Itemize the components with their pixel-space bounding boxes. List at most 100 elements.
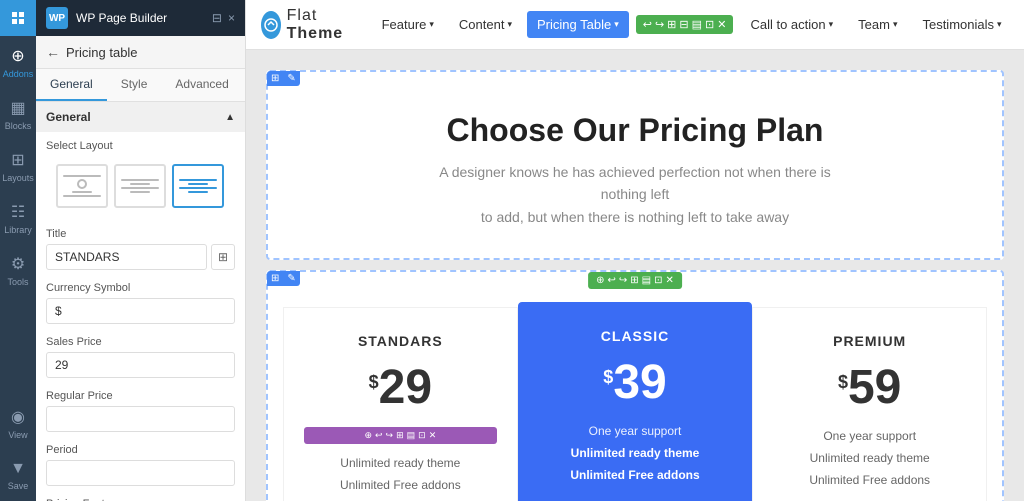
period-input[interactable]: [46, 460, 235, 486]
title-icon-btn[interactable]: ⊞: [211, 244, 235, 270]
sales-price-input[interactable]: [46, 352, 235, 378]
cards-toolbar-btn-4[interactable]: ⊞: [630, 275, 638, 286]
heading-ctrl-move[interactable]: ⊞: [267, 71, 283, 86]
nav-menu: Feature ▾ Content ▾ Pricing Table ▾ ↩ ↪ …: [372, 11, 1024, 38]
pricing-features-header: Pricing Features: [36, 490, 245, 501]
cards-toolbar-btn-3[interactable]: ↪: [619, 275, 627, 286]
back-arrow-icon: ←: [46, 44, 60, 60]
pricing-card-standars: STANDARS $ 29 ⊕ ↩ ↪ ⊞ ▤ ⊡ ✕: [283, 307, 518, 501]
pricing-cards-inner: STANDARS $ 29 ⊕ ↩ ↪ ⊞ ▤ ⊡ ✕: [283, 307, 987, 501]
cards-toolbar-btn-2[interactable]: ↩: [607, 275, 615, 286]
nav-item-content[interactable]: Content ▾: [449, 11, 522, 38]
layout-line-5: [121, 187, 159, 189]
toolbar-item-blocks[interactable]: ▦ Blocks: [0, 88, 36, 140]
card-purple-toolbar: ⊕ ↩ ↪ ⊞ ▤ ⊡ ✕: [304, 427, 497, 444]
card-toolbar-btn-7[interactable]: ✕: [429, 430, 437, 441]
card-toolbar-btn-2[interactable]: ↩: [375, 430, 383, 441]
nav-logo-text: Flat Theme: [287, 7, 352, 43]
content-chevron-icon: ▾: [507, 19, 512, 30]
nav-item-cta[interactable]: Call to action ▾: [740, 11, 843, 38]
cards-section-controls: ⊞ ✎: [267, 271, 300, 286]
cards-toolbar-btn-1[interactable]: ⊕: [596, 275, 604, 286]
card-name-standars: STANDARS: [304, 333, 497, 349]
toolbar-item-save[interactable]: ▼ Save: [0, 449, 36, 501]
layout-label: Select Layout: [46, 140, 235, 152]
wp-builder-minimize[interactable]: ⊟: [212, 11, 222, 25]
title-group: Title ⊞: [36, 220, 245, 274]
layout-line-8: [188, 183, 208, 185]
panel-body: General ▲ Select Layout: [36, 102, 245, 501]
price-dollar-classic: $: [603, 367, 613, 388]
pricing-heading-content: Choose Our Pricing Plan A designer knows…: [268, 72, 1002, 258]
nav-toolbar-btn-3[interactable]: ⊞: [667, 18, 676, 31]
pricing-card-classic: CLASSIC $ 39 One year support Unlimited …: [518, 302, 753, 501]
card-toolbar-btn-3[interactable]: ↪: [386, 430, 394, 441]
currency-input[interactable]: [46, 298, 235, 324]
card-price-standars: $ 29: [304, 364, 497, 412]
regular-price-input[interactable]: [46, 406, 235, 432]
cards-ctrl-settings[interactable]: ✎: [283, 271, 299, 286]
tab-advanced[interactable]: Advanced: [161, 69, 242, 101]
nav-item-templates[interactable]: Templates ▾: [1017, 11, 1024, 38]
feature-chevron-icon: ▾: [429, 19, 434, 30]
nav-item-testimonials[interactable]: Testimonials ▾: [912, 11, 1011, 38]
cards-green-toolbar: ⊕ ↩ ↪ ⊞ ▤ ⊡ ✕: [588, 272, 682, 289]
heading-ctrl-settings[interactable]: ✎: [283, 71, 299, 86]
layout-line-9: [179, 187, 217, 189]
card-toolbar-btn-4[interactable]: ⊞: [396, 430, 404, 441]
nav-logo-icon: [261, 11, 281, 39]
nav-green-toolbar: ↩ ↪ ⊞ ⊟ ▤ ⊡ ✕: [636, 15, 734, 34]
nav-item-feature[interactable]: Feature ▾: [372, 11, 444, 38]
card-toolbar-btn-1[interactable]: ⊕: [364, 430, 372, 441]
toolbar-item-addons[interactable]: ⊕ Addons: [0, 36, 36, 88]
price-amount-classic: 39: [613, 359, 666, 407]
layout-option-2[interactable]: [114, 164, 166, 208]
title-input[interactable]: [46, 244, 207, 270]
card-name-premium: PREMIUM: [773, 333, 966, 349]
card-toolbar-btn-6[interactable]: ⊡: [418, 430, 426, 441]
wp-builder-actions: ⊟ ×: [212, 11, 235, 25]
toolbar-item-layouts[interactable]: ⊞ Layouts: [0, 140, 36, 192]
tab-style[interactable]: Style: [107, 69, 162, 101]
cards-toolbar-btn-7[interactable]: ✕: [666, 275, 674, 286]
save-icon: ▼: [10, 460, 26, 478]
period-label: Period: [46, 444, 235, 456]
regular-price-group: Regular Price: [36, 382, 245, 436]
toolbar-logo: [0, 0, 36, 36]
nav-toolbar-btn-5[interactable]: ▤: [692, 18, 702, 31]
wp-builder-close[interactable]: ×: [228, 11, 235, 25]
layout-option-3[interactable]: [172, 164, 224, 208]
layout-group: Select Layout: [36, 132, 245, 220]
cards-toolbar-btn-5[interactable]: ▤: [642, 275, 651, 286]
card-toolbar-btn-5[interactable]: ▤: [407, 430, 416, 441]
layout-line-10: [188, 191, 208, 193]
nav-toolbar-btn-1[interactable]: ↩: [643, 18, 652, 31]
nav-item-pricing[interactable]: Pricing Table ▾: [527, 11, 629, 38]
nav-toolbar-btn-2[interactable]: ↪: [655, 18, 664, 31]
tab-general[interactable]: General: [36, 69, 107, 101]
card-feature-2: Unlimited Free addons: [304, 476, 497, 494]
card-support-classic: One year support: [539, 422, 732, 440]
toolbar-item-tools[interactable]: ⚙ Tools: [0, 244, 36, 296]
nav-item-team[interactable]: Team ▾: [848, 11, 907, 38]
layout-line-7: [179, 179, 217, 181]
pricing-subtitle: A designer knows he has achieved perfect…: [435, 161, 835, 228]
cards-ctrl-move[interactable]: ⊞: [267, 271, 283, 286]
pricing-main-title: Choose Our Pricing Plan: [298, 112, 972, 149]
wp-builder-logo: WP: [46, 7, 68, 29]
nav-toolbar-btn-6[interactable]: ⊡: [705, 18, 714, 31]
team-chevron-icon: ▾: [893, 19, 898, 30]
regular-price-label: Regular Price: [46, 390, 235, 402]
pricing-card-premium: PREMIUM $ 59 One year support Unlimited …: [752, 307, 987, 501]
period-group: Period: [36, 436, 245, 490]
back-label: Pricing table: [66, 45, 138, 60]
nav-toolbar-btn-7[interactable]: ✕: [717, 18, 726, 31]
toolbar-item-view[interactable]: ◉ View: [0, 397, 36, 449]
card-name-classic: CLASSIC: [539, 328, 732, 344]
layout-option-1[interactable]: [56, 164, 108, 208]
cards-toolbar-btn-6[interactable]: ⊡: [654, 275, 662, 286]
nav-logo: Flat Theme: [261, 7, 352, 43]
nav-toolbar-btn-4[interactable]: ⊟: [679, 18, 688, 31]
back-nav[interactable]: ← Pricing table: [36, 36, 245, 69]
toolbar-item-library[interactable]: ☷ Library: [0, 192, 36, 244]
